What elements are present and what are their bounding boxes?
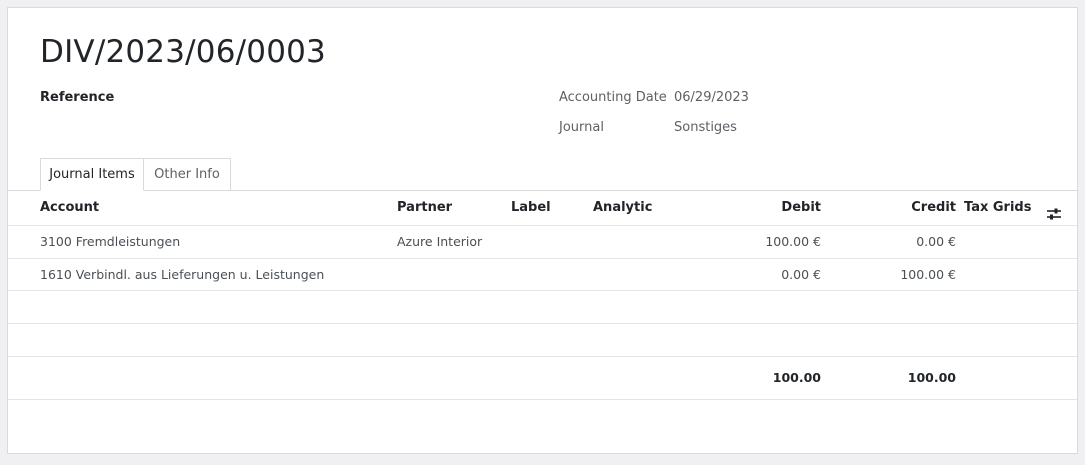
debit-cell[interactable]: 100.00 € [765,226,821,258]
account-cell[interactable]: 3100 Fremdleistungen [40,226,180,258]
table-header-row: Account Partner Label Analytic Debit Cre… [8,191,1077,226]
debit-cell[interactable]: 0.00 € [781,259,821,291]
column-settings-icon[interactable] [1046,201,1062,220]
journal-items-table: Account Partner Label Analytic Debit Cre… [8,191,1077,400]
tab-journal-items[interactable]: Journal Items [40,158,144,191]
column-header-credit[interactable]: Credit [911,191,956,225]
column-header-analytic[interactable]: Analytic [593,191,652,225]
accounting-date-field[interactable]: 06/29/2023 [674,90,749,105]
journal-entry-sheet: DIV/2023/06/0003 Reference Accounting Da… [7,7,1078,454]
column-header-account[interactable]: Account [40,191,99,225]
notebook-tabs: Journal Items Other Info [8,158,1077,191]
totals-row: 100.00 100.00 [8,357,1077,400]
reference-label: Reference [40,90,115,105]
credit-cell[interactable]: 0.00 € [916,226,956,258]
debit-total: 100.00 [772,370,821,385]
column-header-tax-grids[interactable]: Tax Grids [964,191,1031,225]
journal-field[interactable]: Sonstiges [674,120,737,135]
column-header-debit[interactable]: Debit [781,191,821,225]
credit-total: 100.00 [907,370,956,385]
accounting-date-label: Accounting Date [559,90,667,105]
empty-table-row [8,291,1077,324]
page-title: DIV/2023/06/0003 [40,34,326,70]
journal-label: Journal [559,120,604,135]
table-row[interactable]: 1610 Verbindl. aus Lieferungen u. Leistu… [8,259,1077,291]
partner-cell[interactable]: Azure Interior [397,226,482,258]
tab-other-info[interactable]: Other Info [144,158,231,191]
column-header-partner[interactable]: Partner [397,191,452,225]
column-header-label[interactable]: Label [511,191,551,225]
table-row[interactable]: 3100 Fremdleistungen Azure Interior 100.… [8,226,1077,259]
empty-table-row [8,324,1077,357]
account-cell[interactable]: 1610 Verbindl. aus Lieferungen u. Leistu… [40,259,324,291]
credit-cell[interactable]: 100.00 € [900,259,956,291]
